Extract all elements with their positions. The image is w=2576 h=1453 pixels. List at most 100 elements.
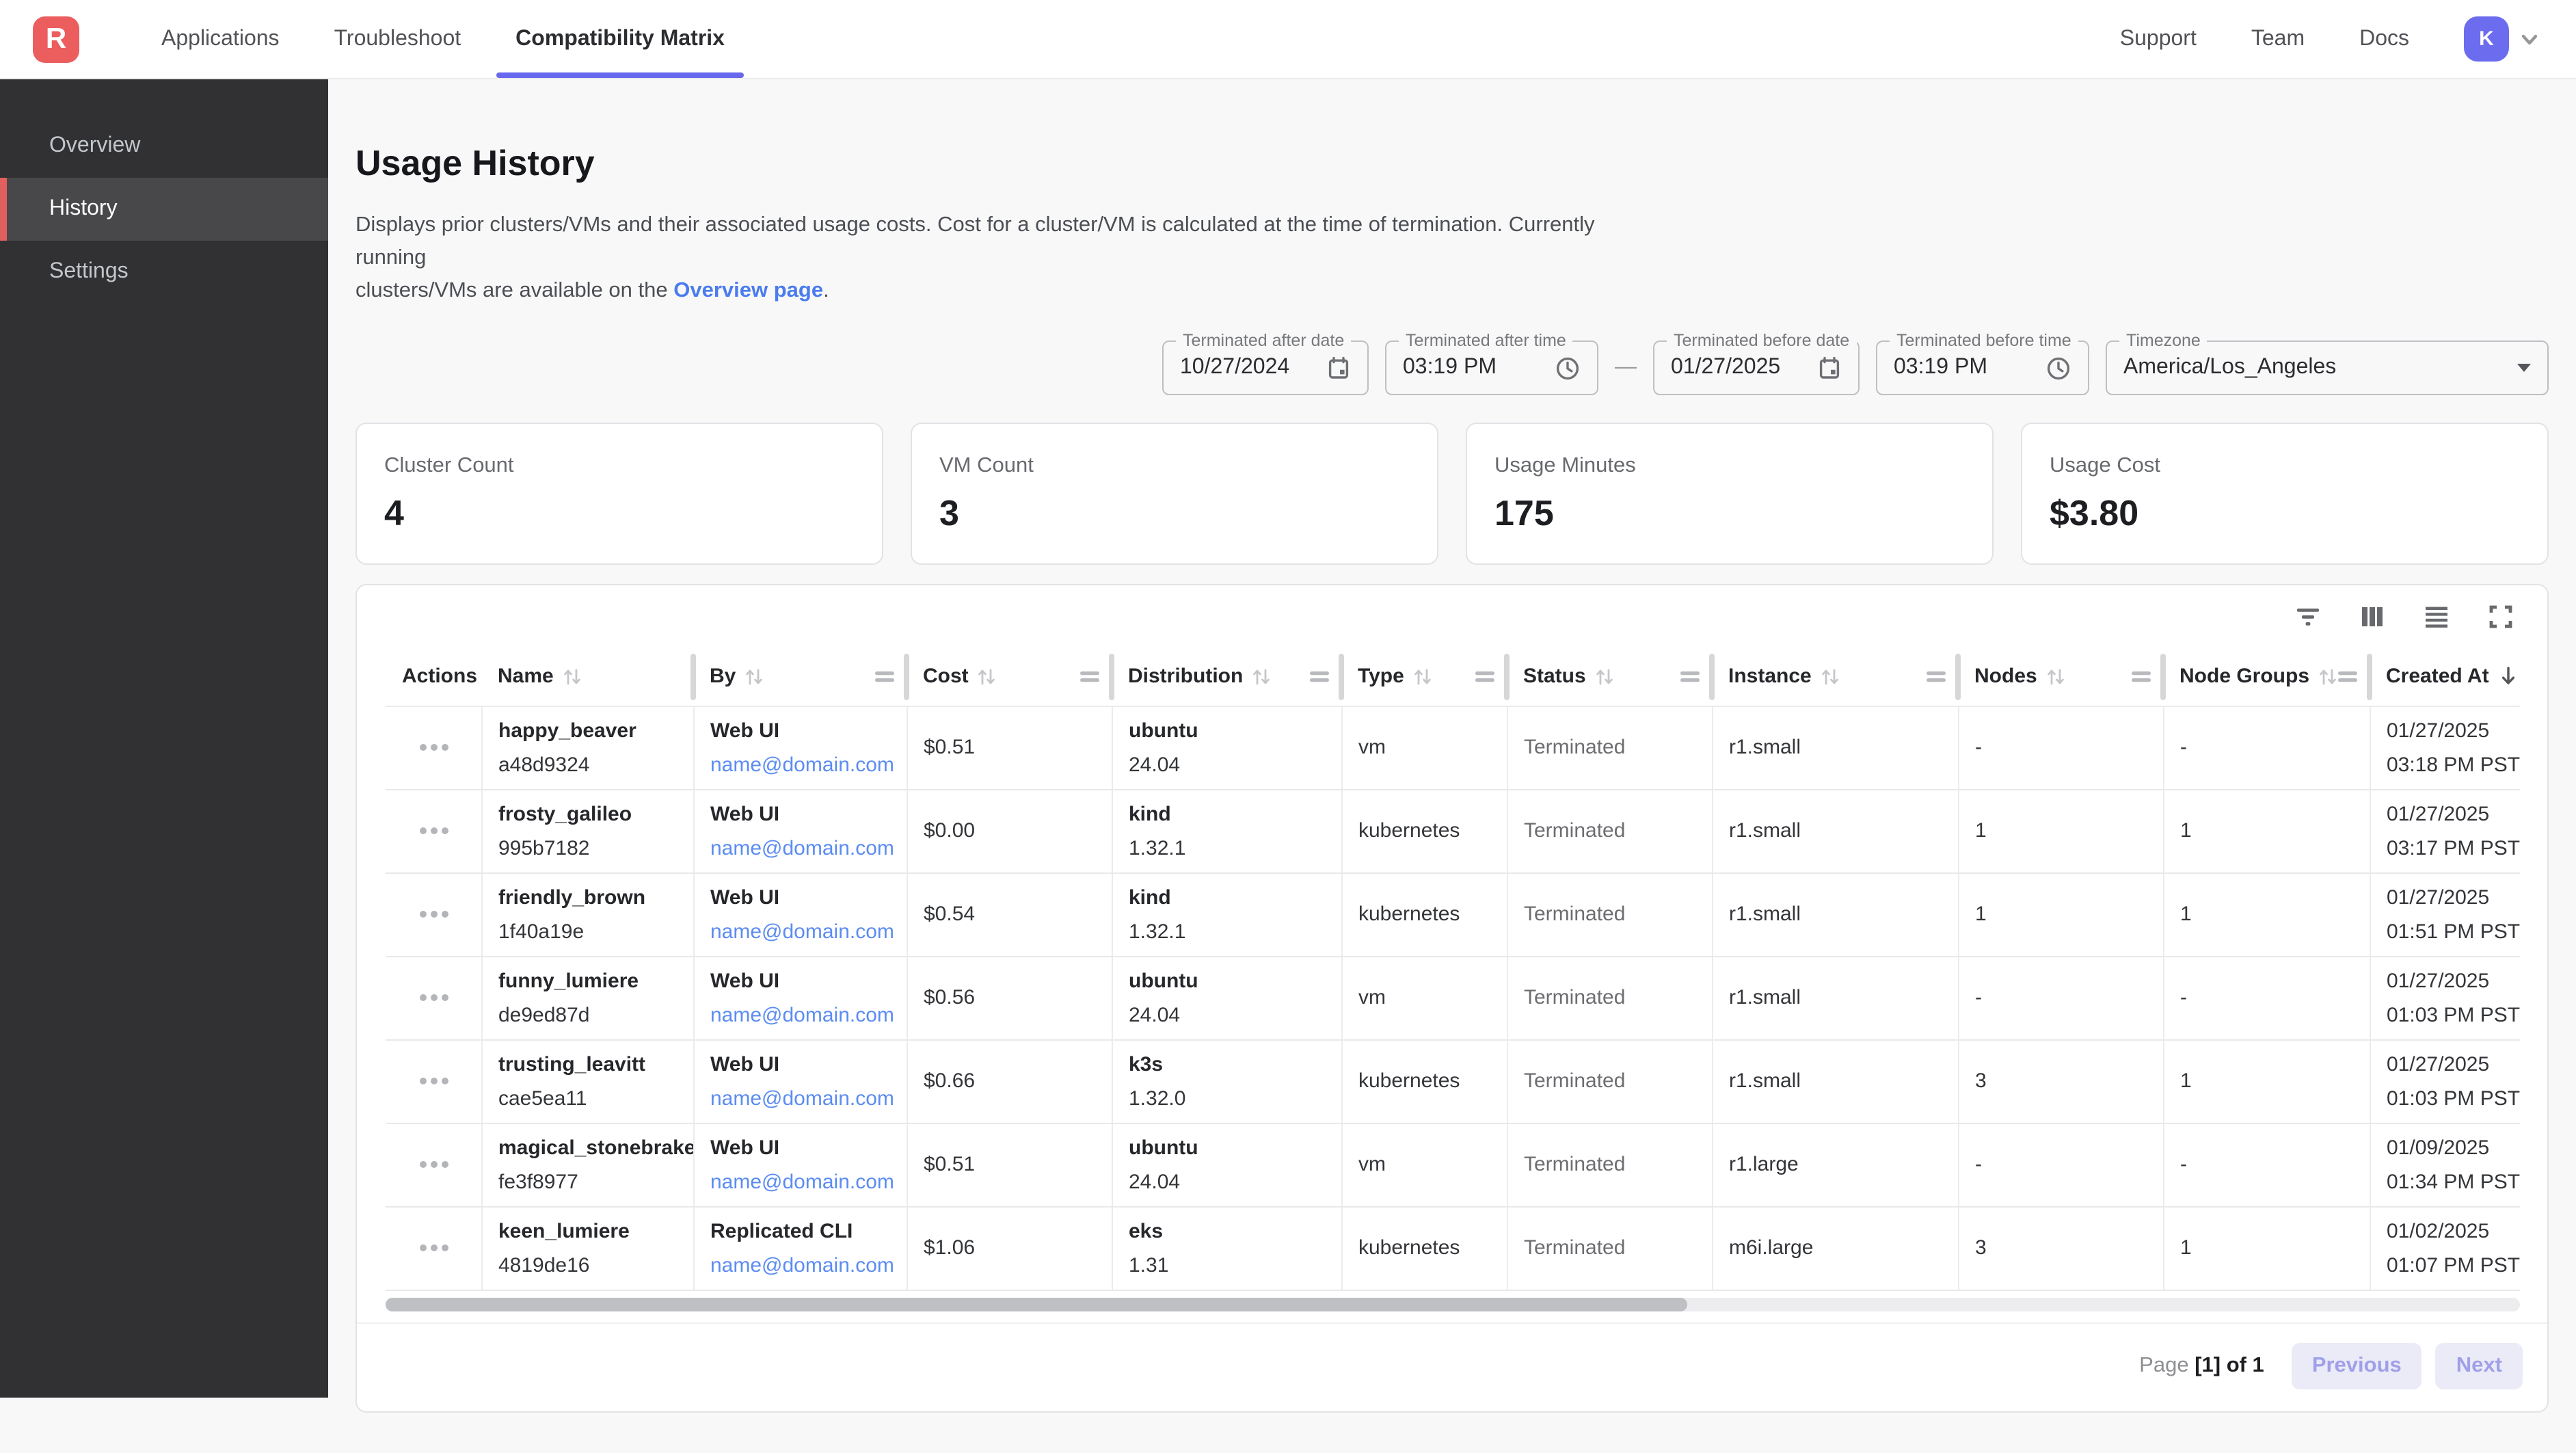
column-resize-handle[interactable] — [1339, 654, 1344, 700]
email-link[interactable]: name@domain.com — [710, 1087, 892, 1110]
clock-icon[interactable] — [1555, 355, 1581, 381]
nodes-cell: 3 — [1958, 1039, 2163, 1123]
column-resize-handle[interactable] — [690, 654, 696, 700]
columns-icon[interactable] — [2359, 603, 2386, 630]
next-page-button[interactable]: Next — [2436, 1342, 2523, 1389]
field-value[interactable]: 01/27/2025 — [1671, 356, 1780, 380]
column-header[interactable]: Cost — [907, 648, 1112, 706]
column-header[interactable]: Node Groups — [2163, 648, 2370, 706]
clock-icon[interactable] — [2045, 355, 2071, 381]
sort-icon[interactable] — [2045, 666, 2066, 688]
calendar-icon[interactable] — [1817, 356, 1842, 380]
email-link[interactable]: name@domain.com — [710, 1003, 892, 1026]
column-header[interactable]: Actions — [386, 648, 481, 706]
row-actions-button[interactable] — [402, 1078, 467, 1084]
sort-icon[interactable] — [1820, 666, 1840, 688]
overview-page-link[interactable]: Overview page — [673, 279, 823, 302]
type-cell: kubernetes — [1341, 789, 1507, 872]
column-header[interactable]: Status — [1507, 648, 1712, 706]
chevron-down-icon[interactable] — [2519, 28, 2540, 50]
sort-icon[interactable] — [562, 666, 582, 688]
row-actions-button[interactable] — [402, 827, 467, 834]
column-header[interactable]: Distribution — [1112, 648, 1341, 706]
row-actions-button[interactable] — [402, 911, 467, 918]
column-resize-handle[interactable] — [1955, 654, 1961, 700]
actions-cell — [386, 1123, 481, 1206]
email-link[interactable]: name@domain.com — [710, 1253, 892, 1277]
avatar[interactable]: K — [2464, 16, 2509, 62]
row-actions-button[interactable] — [402, 994, 467, 1001]
column-header[interactable]: Name — [481, 648, 693, 706]
column-drag-icon[interactable] — [1309, 670, 1330, 684]
column-header-inner: Nodes — [1974, 665, 2066, 689]
row-actions-button[interactable] — [402, 744, 467, 751]
column-resize-handle[interactable] — [1504, 654, 1510, 700]
sorted-descending-icon[interactable] — [2497, 665, 2520, 689]
field-value[interactable]: 10/27/2024 — [1180, 356, 1289, 380]
sidebar-item-overview[interactable]: Overview — [0, 115, 328, 178]
row-actions-button[interactable] — [402, 1161, 467, 1168]
column-drag-icon[interactable] — [2130, 670, 2152, 684]
field-value[interactable]: America/Los_Angeles — [2123, 356, 2336, 380]
status-cell: Terminated — [1507, 1206, 1712, 1290]
name-cell: trusting_leavitt cae5ea11 — [481, 1039, 693, 1123]
fullscreen-icon[interactable] — [2487, 603, 2514, 630]
column-resize-handle[interactable] — [1109, 654, 1114, 700]
column-header[interactable]: Instance — [1712, 648, 1958, 706]
account-menu[interactable]: K — [2464, 16, 2540, 62]
column-drag-icon[interactable] — [874, 670, 896, 684]
sort-icon[interactable] — [744, 666, 764, 688]
email-link[interactable]: name@domain.com — [710, 836, 892, 859]
timezone-select[interactable]: Timezone America/Los_Angeles — [2106, 341, 2549, 395]
filter-icon[interactable] — [2294, 603, 2322, 630]
ellipsis-icon — [431, 1078, 438, 1084]
column-header[interactable]: Nodes — [1958, 648, 2163, 706]
stat-card-usage-cost: Usage Cost $3.80 — [2021, 423, 2549, 565]
column-resize-handle[interactable] — [2367, 654, 2372, 700]
calendar-icon[interactable] — [1326, 356, 1351, 380]
sort-icon[interactable] — [1412, 666, 1433, 688]
column-resize-handle[interactable] — [2160, 654, 2166, 700]
email-link[interactable]: name@domain.com — [710, 1170, 892, 1193]
row-actions-button[interactable] — [402, 1244, 467, 1251]
sidebar-item-settings[interactable]: Settings — [0, 241, 328, 304]
topnav-item-troubleshoot[interactable]: Troubleshoot — [307, 0, 489, 78]
column-header[interactable]: Type — [1341, 648, 1507, 706]
topnav-item-compatibility-matrix[interactable]: Compatibility Matrix — [488, 0, 752, 78]
dropdown-arrow-icon[interactable] — [2517, 364, 2531, 372]
column-resize-handle[interactable] — [1709, 654, 1715, 700]
column-drag-icon[interactable] — [1079, 670, 1101, 684]
column-drag-icon[interactable] — [2337, 670, 2359, 684]
terminated-before-date-field[interactable]: Terminated before date 01/27/2025 — [1653, 341, 1860, 395]
previous-page-button[interactable]: Previous — [2292, 1342, 2422, 1389]
column-drag-icon[interactable] — [1679, 670, 1701, 684]
sort-icon[interactable] — [1594, 666, 1615, 688]
field-value[interactable]: 03:19 PM — [1894, 356, 1987, 380]
column-label: Instance — [1728, 665, 1812, 689]
topnav-link-team[interactable]: Team — [2251, 27, 2305, 51]
column-drag-icon[interactable] — [1474, 670, 1496, 684]
sort-icon[interactable] — [977, 666, 997, 688]
column-resize-handle[interactable] — [904, 654, 909, 700]
table-toolbar — [357, 585, 2547, 648]
sort-icon[interactable] — [2318, 666, 2338, 688]
topnav-item-applications[interactable]: Applications — [134, 0, 307, 78]
column-header[interactable]: Created At — [2370, 648, 2520, 706]
sidebar-item-history[interactable]: History — [0, 178, 328, 241]
email-link[interactable]: name@domain.com — [710, 753, 892, 776]
sort-icon[interactable] — [1251, 666, 1272, 688]
created-time: 01:03 PM PST — [2387, 1003, 2520, 1026]
column-drag-icon[interactable] — [1925, 670, 1947, 684]
replicated-logo[interactable]: R — [33, 16, 79, 62]
field-value[interactable]: 03:19 PM — [1403, 356, 1497, 380]
horizontal-scrollbar-track[interactable] — [386, 1297, 2520, 1311]
density-icon[interactable] — [2423, 603, 2450, 630]
terminated-after-date-field[interactable]: Terminated after date 10/27/2024 — [1162, 341, 1369, 395]
email-link[interactable]: name@domain.com — [710, 920, 892, 943]
topnav-link-docs[interactable]: Docs — [2359, 27, 2409, 51]
topnav-link-support[interactable]: Support — [2120, 27, 2197, 51]
terminated-after-time-field[interactable]: Terminated after time 03:19 PM — [1385, 341, 1598, 395]
terminated-before-time-field[interactable]: Terminated before time 03:19 PM — [1876, 341, 2089, 395]
column-header[interactable]: By — [693, 648, 907, 706]
horizontal-scrollbar-thumb[interactable] — [386, 1297, 1687, 1311]
